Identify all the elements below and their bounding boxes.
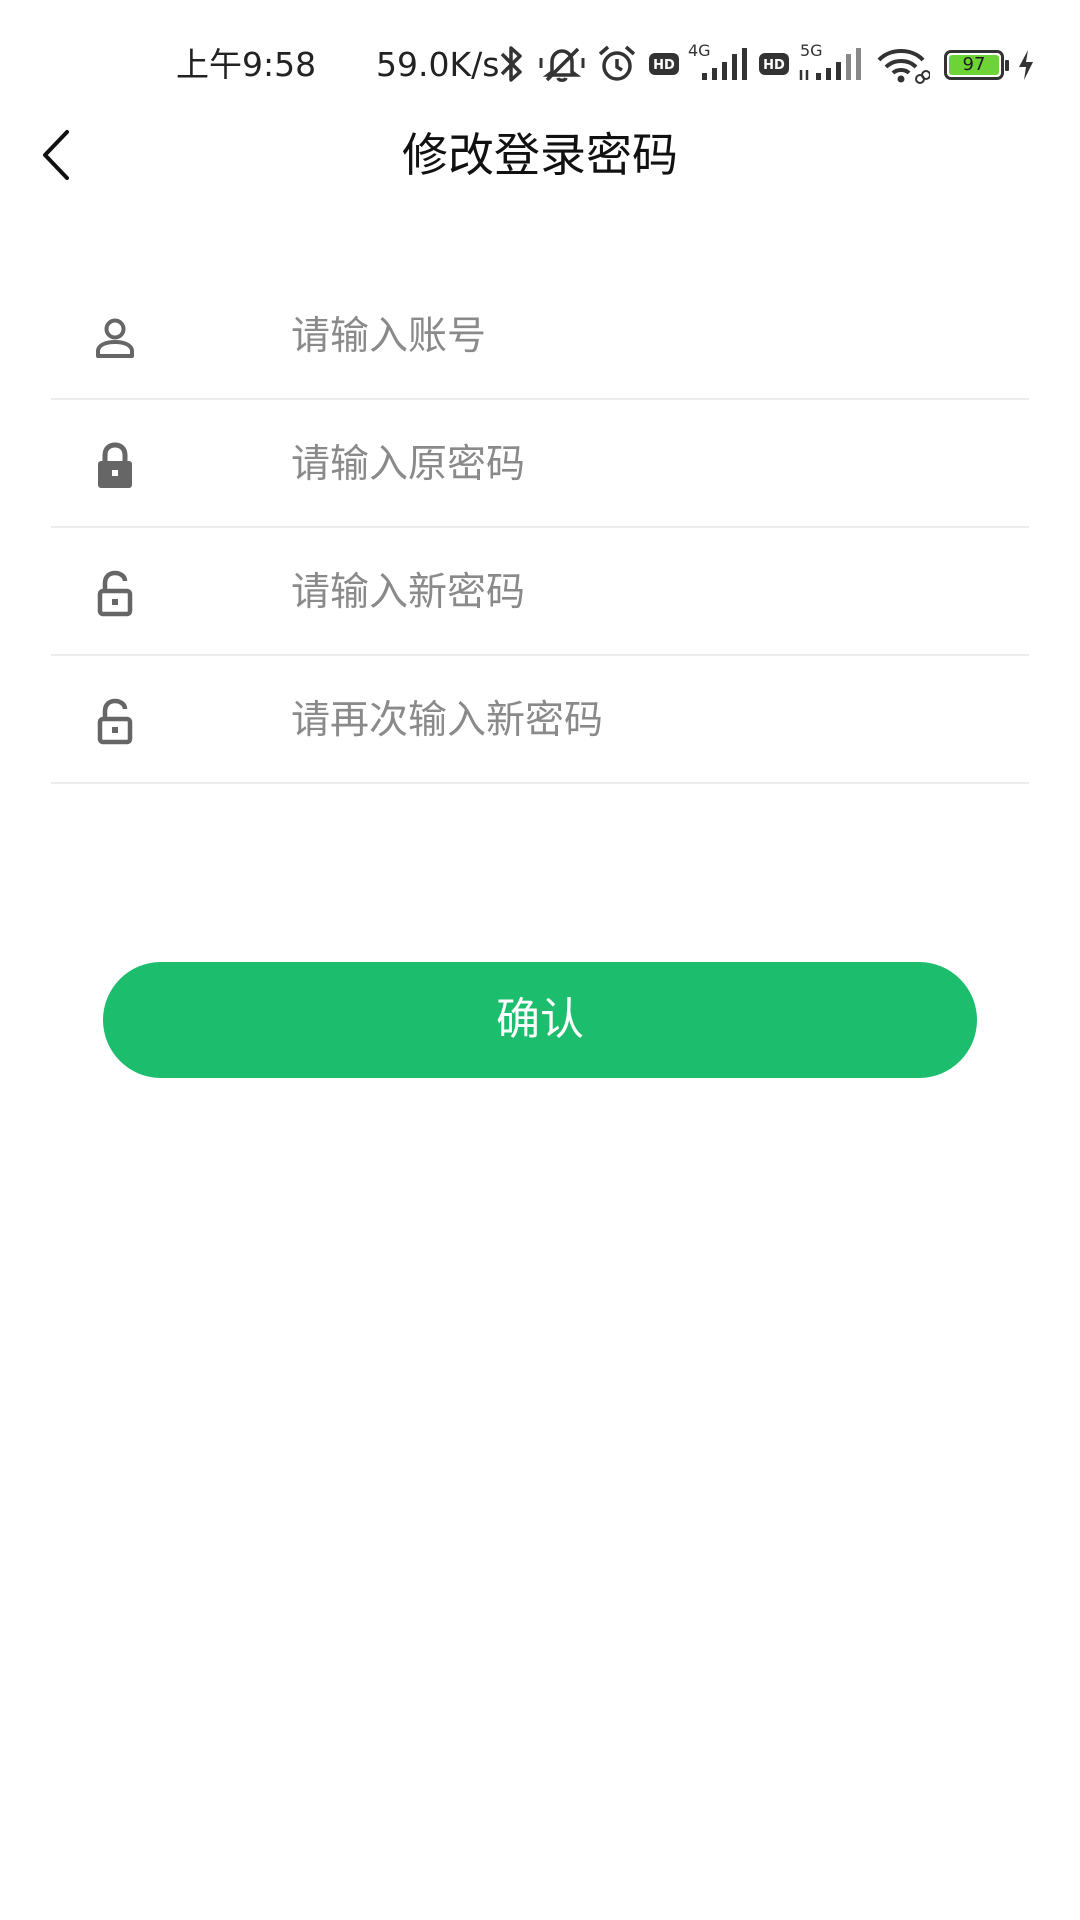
hd-icon: HD [649, 53, 679, 75]
lock-icon [98, 442, 132, 488]
signal-5g-icon: 5G [799, 41, 861, 80]
battery-icon: 97 [944, 50, 1009, 80]
change-password-form [51, 272, 1029, 784]
battery-level: 97 [949, 55, 999, 75]
user-icon [96, 318, 134, 358]
unlock-icon [97, 698, 133, 745]
svg-text:HD: HD [763, 58, 785, 73]
confirm-button[interactable]: 确认 [103, 962, 977, 1078]
new-password-input[interactable] [291, 552, 991, 632]
old-password-row [51, 400, 1029, 528]
svg-text:4G: 4G [688, 41, 711, 60]
battery-tip [1005, 60, 1009, 71]
confirm-password-row [51, 656, 1029, 784]
charging-icon [1019, 50, 1033, 80]
status-bar: 上午9:58 59.0K/s HD 4G HD 5G 97 [0, 0, 1080, 128]
mute-icon [539, 47, 585, 82]
svg-text:HD: HD [653, 58, 675, 73]
account-row [51, 272, 1029, 400]
bluetooth-icon [500, 46, 522, 82]
page-title: 修改登录密码 [402, 128, 678, 182]
alarm-icon [598, 45, 636, 81]
account-input[interactable] [291, 296, 991, 376]
new-password-row [51, 528, 1029, 656]
status-time: 上午9:58 [176, 45, 317, 84]
header-bar: 修改登录密码 [0, 110, 1080, 200]
network-speed: 59.0K/s [376, 45, 500, 84]
wifi-icon [877, 49, 930, 84]
confirm-new-password-input[interactable] [291, 680, 991, 760]
hd-icon: HD [759, 53, 789, 75]
unlock-icon [97, 570, 133, 617]
old-password-input[interactable] [291, 424, 991, 504]
signal-4g-icon: 4G [688, 41, 747, 80]
svg-text:5G: 5G [800, 41, 823, 60]
